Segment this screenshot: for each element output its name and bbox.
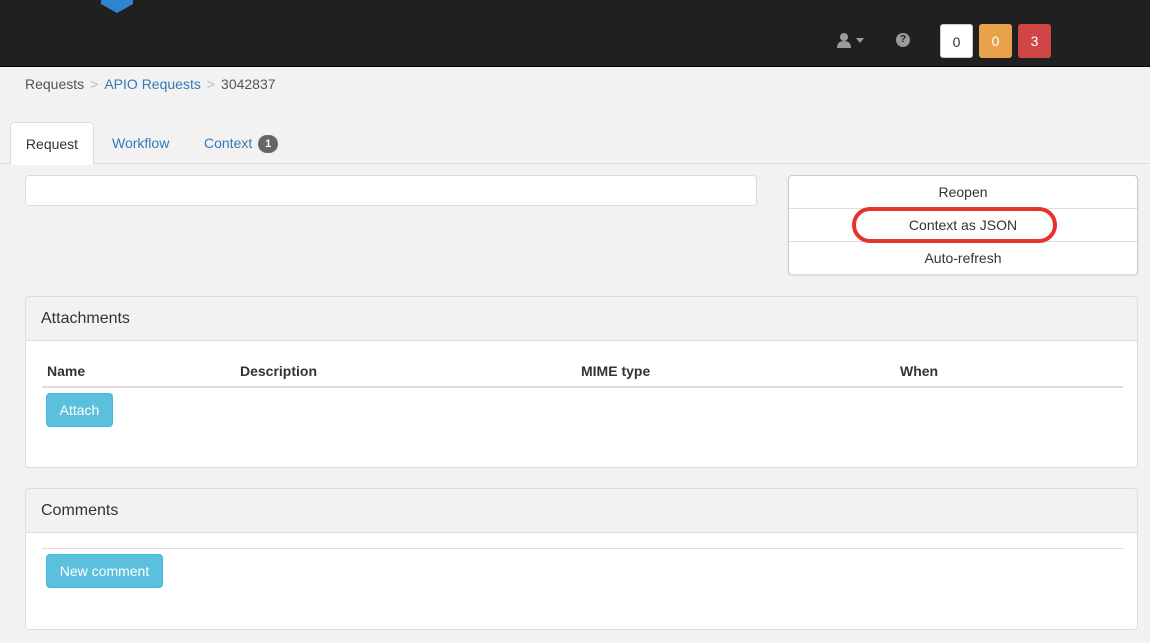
- tab-request[interactable]: Request: [10, 122, 94, 165]
- counter-danger[interactable]: 3: [1018, 24, 1051, 58]
- tab-bar: Request Workflow Context 1: [0, 122, 1150, 165]
- comments-divider: [42, 548, 1123, 549]
- comments-heading: Comments: [26, 489, 1137, 533]
- auto-refresh-button[interactable]: Auto-refresh: [789, 242, 1137, 275]
- counter-warning[interactable]: 0: [979, 24, 1012, 58]
- context-as-json-button[interactable]: Context as JSON: [789, 209, 1137, 242]
- breadcrumb-requests[interactable]: Requests: [25, 76, 84, 92]
- attachments-table-header: Name Description MIME type When: [42, 357, 1123, 388]
- actions-list: Reopen Context as JSON Auto-refresh: [788, 175, 1138, 275]
- column-header-when: When: [900, 363, 939, 379]
- counter-white[interactable]: 0: [940, 24, 973, 58]
- question-circle-icon[interactable]: ?: [896, 33, 910, 47]
- new-comment-button[interactable]: New comment: [46, 554, 163, 588]
- breadcrumb-separator: >: [206, 76, 216, 92]
- comments-panel: Comments New comment: [25, 488, 1138, 630]
- breadcrumb-separator: >: [90, 76, 99, 92]
- tab-context-label: Context: [204, 135, 253, 151]
- hexagon-logo-icon[interactable]: [101, 0, 133, 13]
- column-header-mime-type: MIME type: [581, 363, 651, 379]
- column-header-description: Description: [240, 363, 318, 379]
- tab-workflow[interactable]: Workflow: [95, 122, 186, 164]
- column-header-name: Name: [47, 363, 86, 379]
- caret-down-icon: [856, 37, 864, 43]
- attachments-heading: Attachments: [26, 297, 1137, 341]
- context-count-badge: 1: [258, 135, 279, 153]
- breadcrumb: Requests > APIO Requests > 3042837: [25, 76, 276, 92]
- tab-context[interactable]: Context 1: [187, 122, 295, 164]
- breadcrumb-current: 3042837: [221, 76, 276, 92]
- breadcrumb-apio-requests[interactable]: APIO Requests: [104, 76, 201, 92]
- user-menu[interactable]: [836, 30, 868, 50]
- reopen-button[interactable]: Reopen: [789, 176, 1137, 209]
- top-navbar: ? 0 0 3: [0, 0, 1150, 67]
- request-title-field[interactable]: [25, 175, 757, 206]
- attach-button[interactable]: Attach: [46, 393, 113, 427]
- user-icon: [837, 33, 851, 48]
- attachments-panel: Attachments Name Description MIME type W…: [25, 296, 1138, 468]
